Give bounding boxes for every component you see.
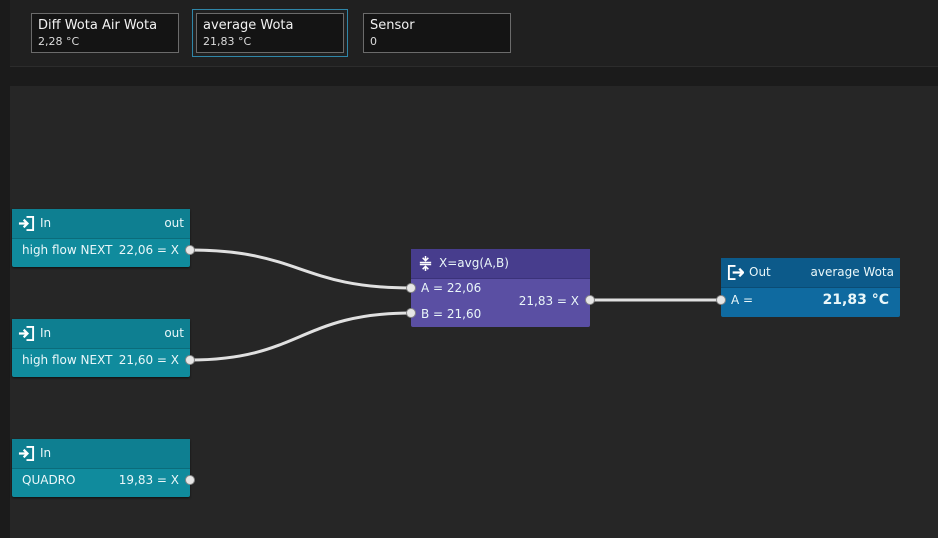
output-value: 21,83 = X	[518, 294, 579, 308]
node-title: X=avg(A,B)	[439, 256, 509, 270]
node-value: 21,60 = X	[118, 353, 179, 367]
input-b-label: B = 21,60	[421, 307, 482, 321]
tile-title: Diff Wota Air Wota	[38, 18, 158, 33]
output-port[interactable]	[185, 475, 195, 485]
node-name: average Wota	[810, 265, 894, 279]
tile-value: 2,28 °C	[38, 35, 80, 48]
node-value: 22,06 = X	[118, 243, 179, 257]
tile-diff-wota-air-wota[interactable]: Diff Wota Air Wota 2,28 °C	[31, 13, 179, 53]
tile-value: 0	[370, 35, 377, 48]
node-title: In	[40, 216, 52, 230]
node-label: QUADRO	[22, 473, 76, 487]
input-port-b[interactable]	[406, 308, 416, 318]
node-label: high flow NEXT	[22, 243, 113, 257]
tile-sensor[interactable]: Sensor 0	[363, 13, 511, 53]
node-title: In	[40, 326, 52, 340]
sign-in-icon	[18, 215, 35, 232]
input-port-a[interactable]	[406, 283, 416, 293]
output-port[interactable]	[185, 355, 195, 365]
node-title: In	[40, 446, 52, 460]
input-a-label: A = 22,06	[421, 281, 482, 295]
sign-out-icon	[727, 264, 744, 281]
input-node-3[interactable]: In QUADRO 19,83 = X	[12, 439, 190, 497]
sign-in-icon	[18, 325, 35, 342]
tile-value: 21,83 °C	[203, 35, 252, 48]
average-node[interactable]: X=avg(A,B) A = 22,06 21,83 = X B = 21,60	[411, 249, 590, 327]
node-header[interactable]: In	[12, 439, 190, 469]
node-value: 21,83 °C	[822, 292, 889, 308]
average-icon	[419, 255, 432, 272]
node-value: 19,83 = X	[118, 473, 179, 487]
input-port-a[interactable]	[716, 295, 726, 305]
node-header[interactable]: In out	[12, 209, 190, 239]
input-node-2[interactable]: In out high flow NEXT 21,60 = X	[12, 319, 190, 377]
node-header[interactable]: X=avg(A,B)	[411, 249, 590, 279]
output-node[interactable]: Out average Wota A = 21,83 °C	[721, 258, 900, 317]
node-label: A =	[731, 293, 754, 307]
node-out-label: out	[164, 326, 184, 340]
tile-title: average Wota	[203, 18, 294, 33]
node-label: high flow NEXT	[22, 353, 113, 367]
node-title: Out	[749, 265, 771, 279]
node-out-label: out	[164, 216, 184, 230]
input-node-1[interactable]: In out high flow NEXT 22,06 = X	[12, 209, 190, 267]
output-port[interactable]	[585, 295, 595, 305]
node-header[interactable]: Out average Wota	[721, 258, 900, 288]
node-header[interactable]: In out	[12, 319, 190, 349]
output-port[interactable]	[185, 245, 195, 255]
tile-title: Sensor	[370, 18, 415, 33]
sign-in-icon	[18, 445, 35, 462]
tile-average-wota[interactable]: average Wota 21,83 °C	[192, 9, 348, 57]
